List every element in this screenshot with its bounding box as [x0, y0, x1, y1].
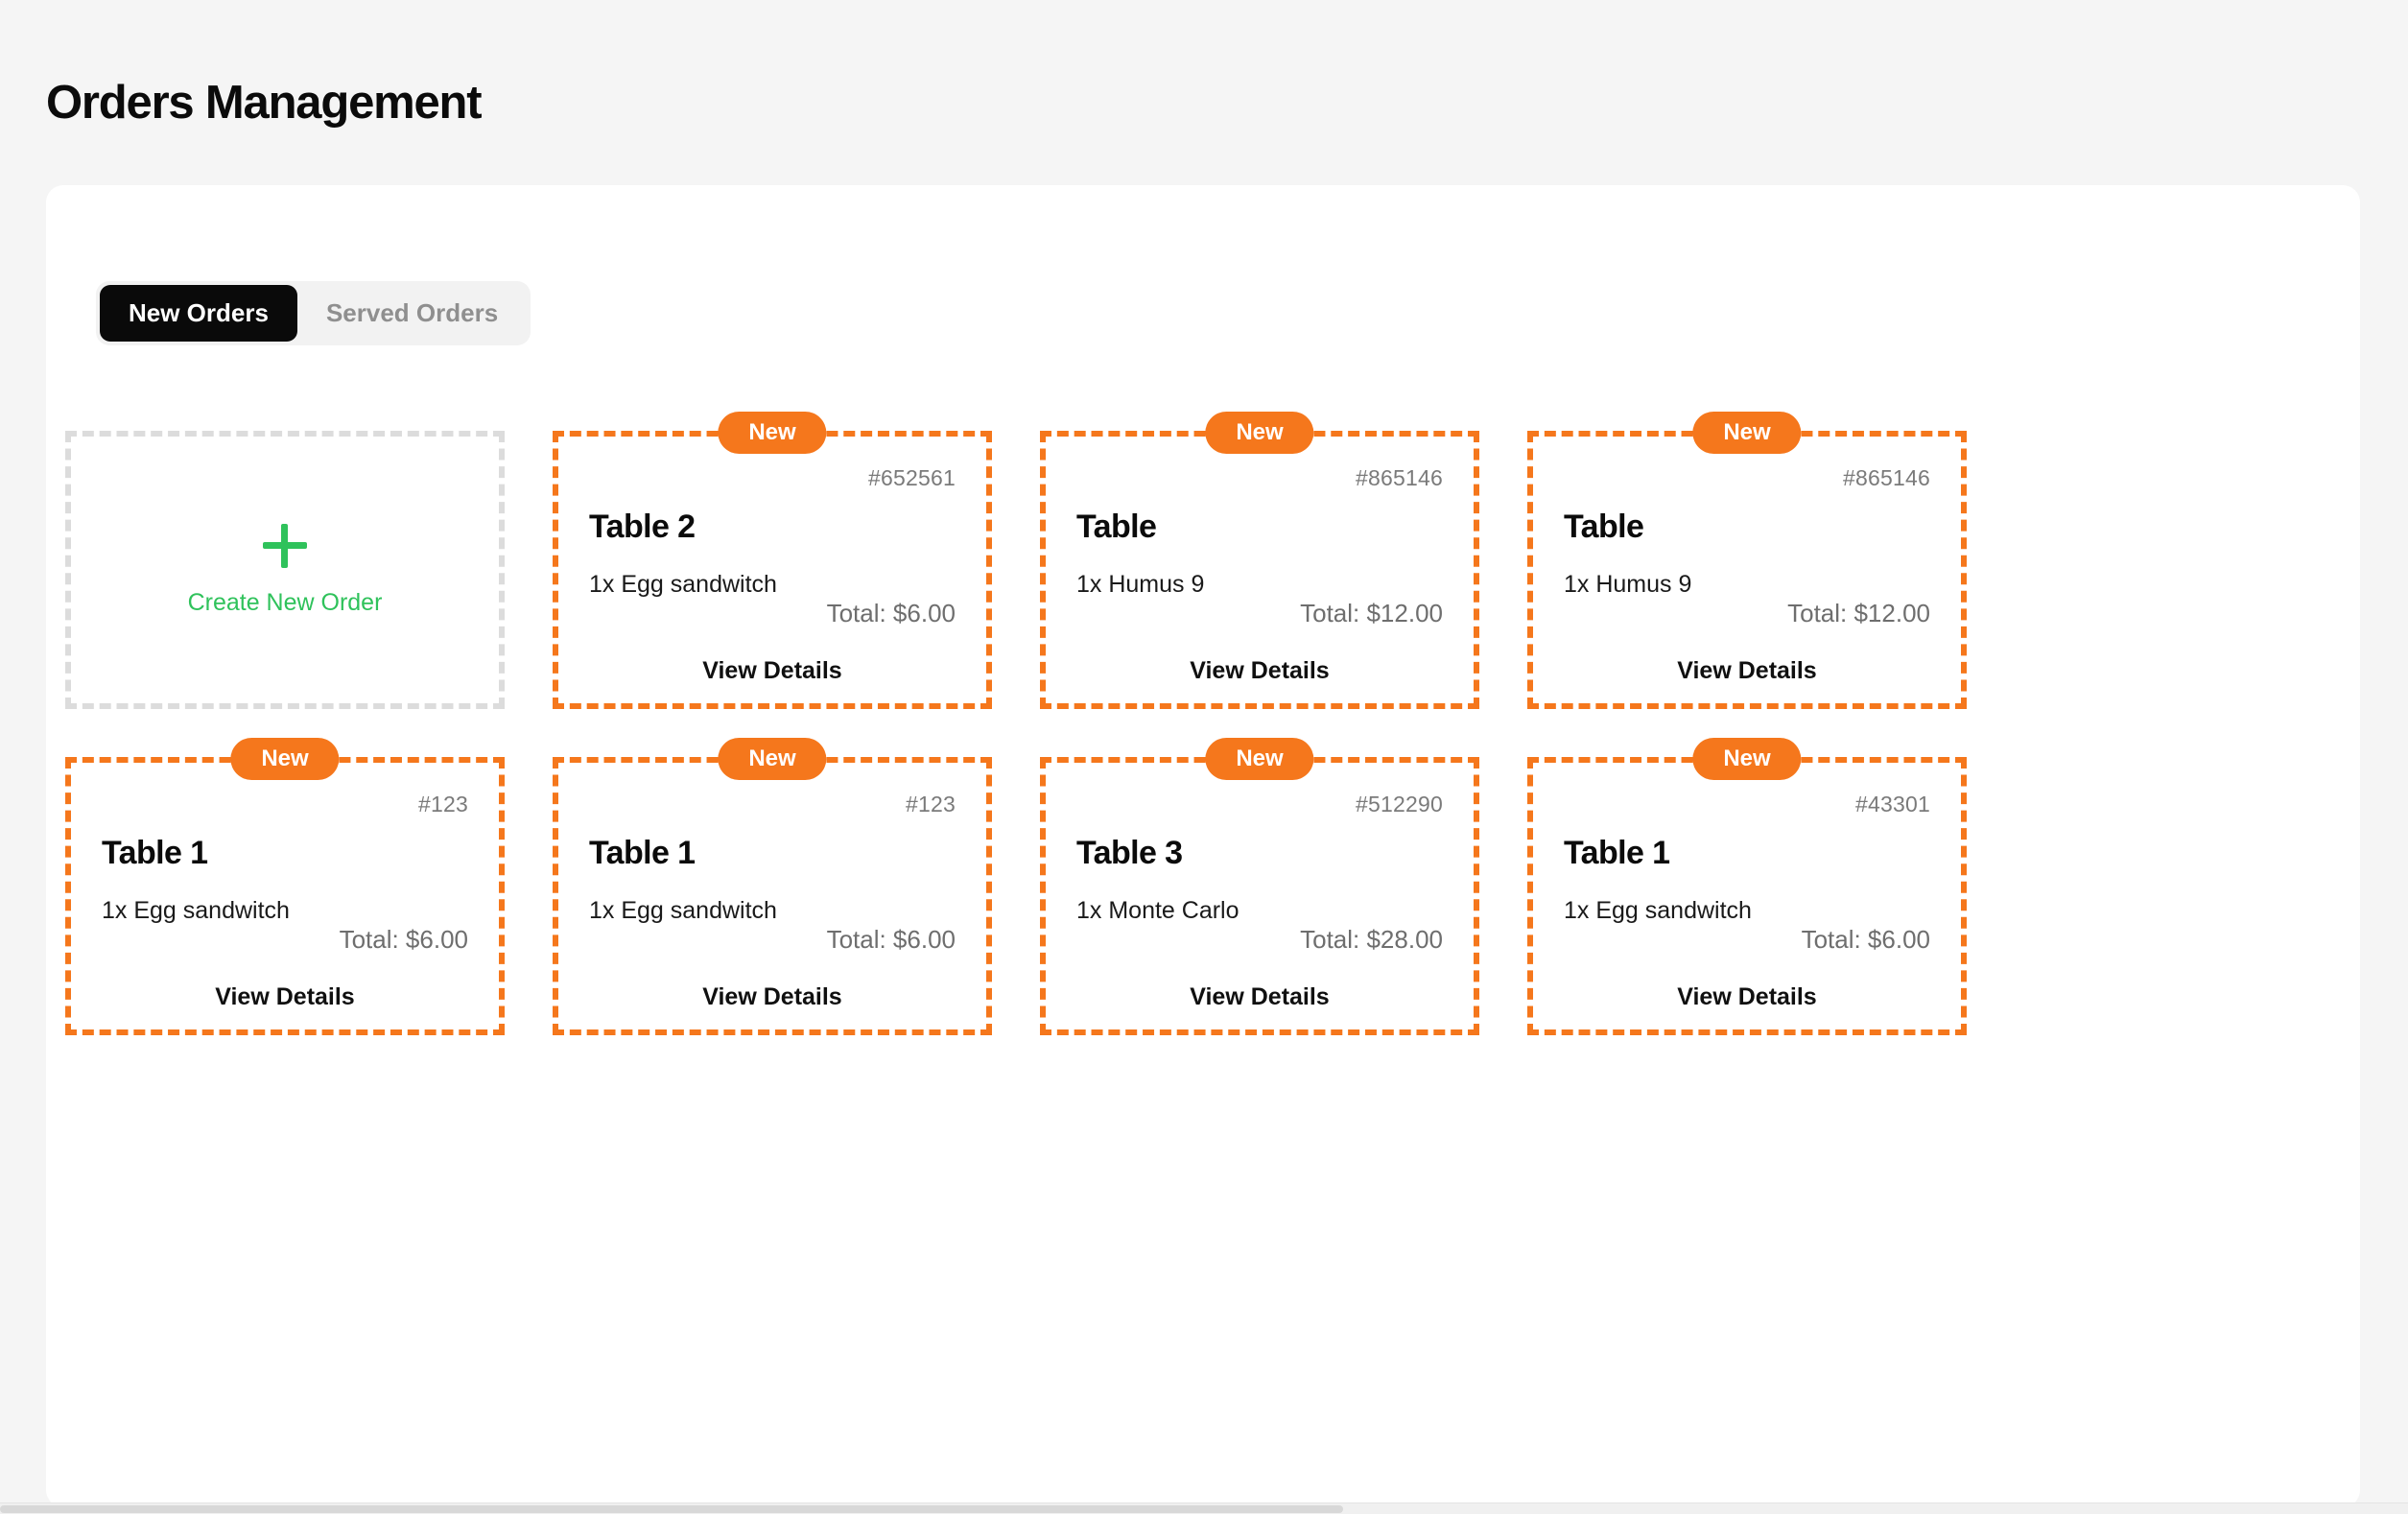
- order-card[interactable]: New #865146 Table 1x Humus 9 Total: $12.…: [1527, 412, 1967, 709]
- order-items: 1x Egg sandwitch: [589, 571, 777, 598]
- order-table-name: Table 3: [1076, 835, 1183, 871]
- order-table-name: Table 1: [102, 835, 208, 871]
- status-badge: New: [718, 738, 827, 780]
- order-card[interactable]: New #123 Table 1 1x Egg sandwitch Total:…: [65, 738, 505, 1035]
- order-total: Total: $28.00: [1300, 925, 1443, 954]
- order-total: Total: $6.00: [1801, 925, 1930, 954]
- order-card[interactable]: New #865146 Table 1x Humus 9 Total: $12.…: [1040, 412, 1479, 709]
- order-total: Total: $12.00: [1787, 599, 1930, 627]
- order-items: 1x Humus 9: [1076, 571, 1205, 598]
- create-new-order-card[interactable]: Create New Order: [65, 431, 505, 709]
- orders-panel: New Orders Served Orders Create New Orde…: [46, 185, 2360, 1507]
- status-badge: New: [1692, 738, 1802, 780]
- view-details-button[interactable]: View Details: [1076, 657, 1443, 685]
- page-title: Orders Management: [46, 77, 483, 129]
- order-card[interactable]: New #652561 Table 2 1x Egg sandwitch Tot…: [553, 412, 992, 709]
- order-items: 1x Egg sandwitch: [102, 897, 290, 924]
- scrollbar-thumb[interactable]: [0, 1505, 1343, 1513]
- status-badge: New: [1205, 738, 1314, 780]
- view-details-button[interactable]: View Details: [1076, 983, 1443, 1011]
- order-id: #512290: [1356, 792, 1443, 816]
- order-table-name: Table 1: [589, 835, 696, 871]
- order-items: 1x Egg sandwitch: [589, 897, 777, 924]
- horizontal-scrollbar[interactable]: [0, 1502, 2408, 1514]
- view-details-button[interactable]: View Details: [102, 983, 468, 1011]
- order-table-name: Table 1: [1564, 835, 1670, 871]
- view-details-button[interactable]: View Details: [1564, 657, 1930, 685]
- order-total: Total: $12.00: [1300, 599, 1443, 627]
- orders-tab-switcher: New Orders Served Orders: [96, 281, 531, 345]
- order-items: 1x Monte Carlo: [1076, 897, 1239, 924]
- status-badge: New: [1205, 412, 1314, 454]
- order-total: Total: $6.00: [826, 599, 956, 627]
- order-id: #123: [906, 792, 956, 816]
- view-details-button[interactable]: View Details: [589, 657, 956, 685]
- order-id: #865146: [1843, 465, 1930, 490]
- orders-grid: Create New Order New #652561 Table 2 1x …: [65, 412, 2301, 1035]
- status-badge: New: [1692, 412, 1802, 454]
- status-badge: New: [230, 738, 340, 780]
- order-total: Total: $6.00: [339, 925, 468, 954]
- tab-served-orders[interactable]: Served Orders: [297, 285, 527, 342]
- plus-icon: [263, 523, 307, 568]
- view-details-button[interactable]: View Details: [589, 983, 956, 1011]
- tab-new-orders[interactable]: New Orders: [100, 285, 297, 342]
- order-items: 1x Humus 9: [1564, 571, 1692, 598]
- create-new-order-label: Create New Order: [187, 588, 383, 616]
- order-id: #865146: [1356, 465, 1443, 490]
- order-id: #652561: [868, 465, 956, 490]
- order-card[interactable]: New #512290 Table 3 1x Monte Carlo Total…: [1040, 738, 1479, 1035]
- order-table-name: Table 2: [589, 509, 696, 545]
- order-table-name: Table: [1076, 509, 1157, 545]
- order-table-name: Table: [1564, 509, 1644, 545]
- view-details-button[interactable]: View Details: [1564, 983, 1930, 1011]
- order-id: #123: [418, 792, 468, 816]
- order-id: #43301: [1855, 792, 1930, 816]
- order-total: Total: $6.00: [826, 925, 956, 954]
- order-card[interactable]: New #43301 Table 1 1x Egg sandwitch Tota…: [1527, 738, 1967, 1035]
- order-items: 1x Egg sandwitch: [1564, 897, 1752, 924]
- order-card[interactable]: New #123 Table 1 1x Egg sandwitch Total:…: [553, 738, 992, 1035]
- status-badge: New: [718, 412, 827, 454]
